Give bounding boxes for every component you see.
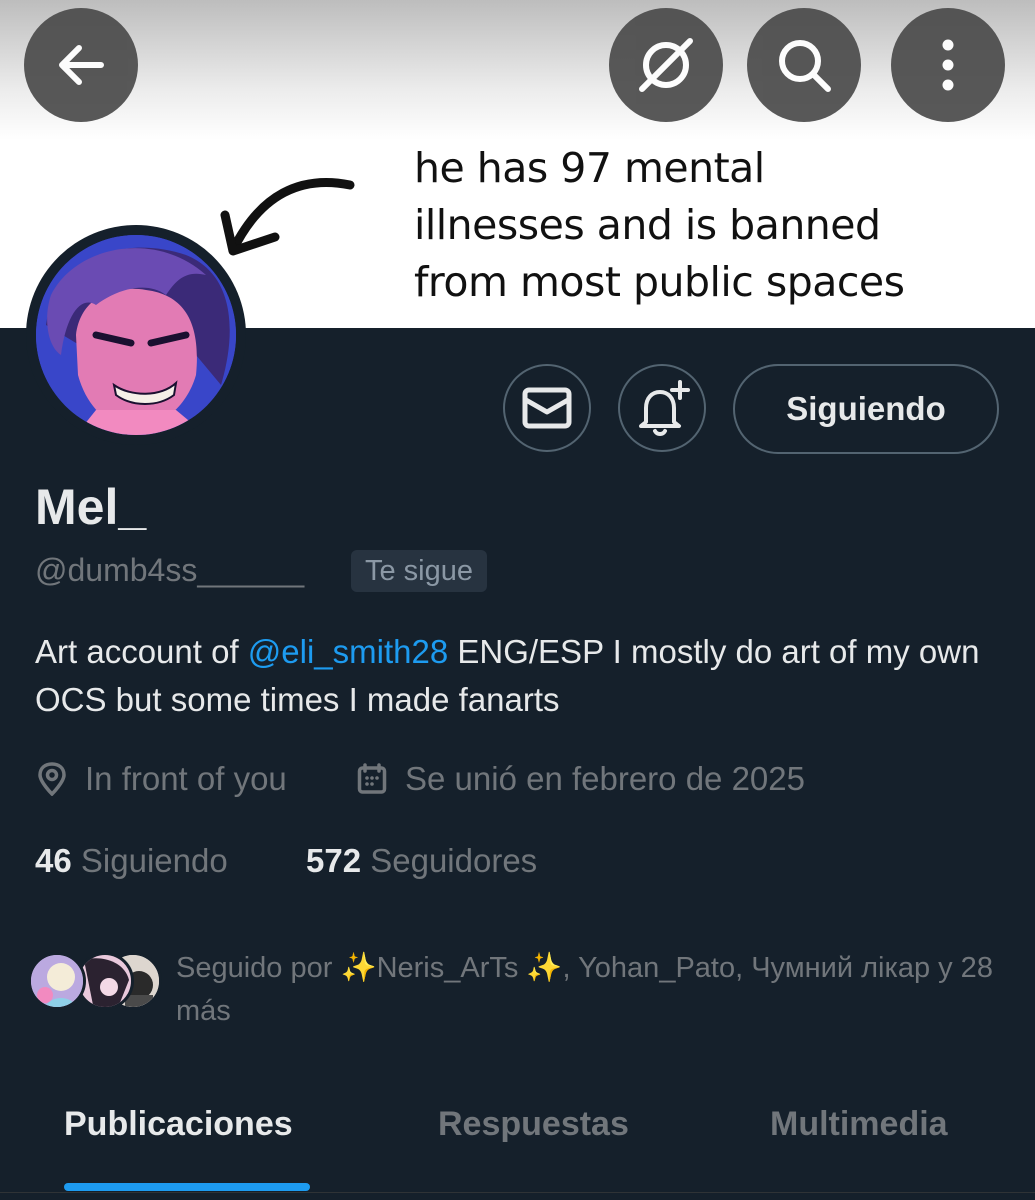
followed-by-text[interactable]: Seguido por ✨Neris_ArTs ✨, Yohan_Pato, Ч… xyxy=(176,947,1006,1033)
following-label: Siguiendo xyxy=(80,842,228,879)
bio-mention-link[interactable]: @eli_smith28 xyxy=(248,633,448,670)
more-vertical-icon xyxy=(942,39,954,91)
bio-text: Art account of xyxy=(35,633,248,670)
back-button[interactable] xyxy=(24,8,138,122)
more-options-button[interactable] xyxy=(891,8,1005,122)
slash-circle-icon xyxy=(639,38,693,92)
followers-count: 572 xyxy=(306,842,362,879)
calendar-icon xyxy=(357,763,387,794)
tab-publicaciones[interactable]: Publicaciones xyxy=(64,1105,293,1144)
grok-button[interactable] xyxy=(609,8,723,122)
message-button[interactable] xyxy=(503,364,591,452)
profile-location: In front of you xyxy=(37,760,287,798)
envelope-icon xyxy=(522,387,572,429)
profile-bio: Art account of @eli_smith28 ENG/ESP I mo… xyxy=(35,628,995,724)
tab-respuestas[interactable]: Respuestas xyxy=(438,1105,629,1144)
active-tab-indicator xyxy=(64,1183,310,1191)
join-date-text: Se unió en febrero de 2025 xyxy=(405,760,805,797)
following-button[interactable]: Siguiendo xyxy=(733,364,999,454)
arrow-left-icon xyxy=(59,45,104,85)
follower-avatar xyxy=(28,952,86,1010)
followers-label: Seguidores xyxy=(370,842,538,879)
search-icon xyxy=(779,40,831,92)
followers-count-link[interactable]: 572 Seguidores xyxy=(306,842,537,880)
display-name: Mel_ xyxy=(35,479,147,535)
notifications-button[interactable] xyxy=(618,364,706,452)
following-count: 46 xyxy=(35,842,72,879)
bell-plus-icon xyxy=(639,380,690,436)
banner-caption: he has 97 mental illnesses and is banned… xyxy=(414,144,905,306)
search-button[interactable] xyxy=(747,8,861,122)
avatar[interactable] xyxy=(26,225,246,445)
profile-join-date: Se unió en febrero de 2025 xyxy=(357,760,805,798)
curved-arrow-drawing xyxy=(220,178,355,256)
following-count-link[interactable]: 46 Siguiendo xyxy=(35,842,228,880)
user-handle: @dumb4ss______ xyxy=(35,552,305,588)
follows-you-badge: Te sigue xyxy=(351,550,488,592)
location-pin-icon xyxy=(38,762,66,796)
tab-divider xyxy=(0,1192,1035,1193)
location-text: In front of you xyxy=(85,760,287,797)
tab-multimedia[interactable]: Multimedia xyxy=(770,1105,948,1144)
avatar-image xyxy=(36,235,236,435)
